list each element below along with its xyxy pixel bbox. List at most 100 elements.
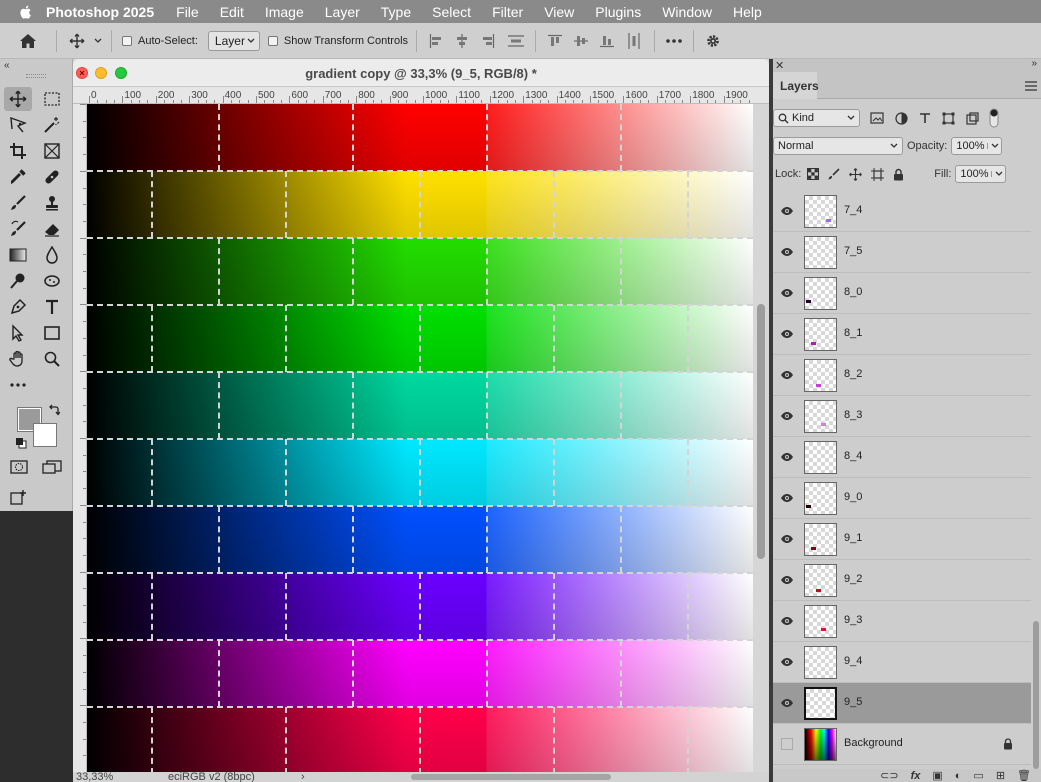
eye-icon[interactable]	[780, 327, 794, 341]
collapse-panel-icon[interactable]: »	[1031, 58, 1037, 69]
menu-help[interactable]: Help	[733, 4, 762, 20]
layer-row[interactable]: 9_3	[773, 601, 1031, 642]
layer-row[interactable]: 9_1	[773, 519, 1031, 560]
type-icon[interactable]	[38, 295, 66, 319]
toolbar-grip[interactable]	[26, 74, 46, 78]
status-menu-arrow[interactable]: ›	[301, 772, 305, 782]
horizontal-ruler[interactable]: 0 100 200 300 400 500 600 700 800 900 1000 1100 1200…	[73, 87, 769, 104]
lock-artboard-icon[interactable]	[871, 167, 885, 181]
zoom-icon[interactable]	[38, 347, 66, 371]
frame-icon[interactable]	[38, 139, 66, 163]
show-transform-controls-checkbox[interactable]	[267, 35, 278, 46]
crop-icon[interactable]	[4, 139, 32, 163]
layers-scrollbar-thumb[interactable]	[1033, 621, 1039, 769]
auto-select-dropdown[interactable]: Layer	[207, 30, 260, 51]
distribute-horizontal-icon[interactable]	[620, 32, 648, 49]
menu-filter[interactable]: Filter	[492, 4, 523, 20]
magic-wand-icon[interactable]	[38, 113, 66, 137]
layer-row[interactable]: 8_3	[773, 396, 1031, 437]
menu-view[interactable]: View	[544, 4, 574, 20]
app-name-menu[interactable]: Photoshop 2025	[46, 4, 154, 20]
eraser-icon[interactable]	[38, 217, 66, 241]
eye-icon[interactable]	[780, 450, 794, 464]
visibility-off-icon[interactable]	[780, 737, 794, 751]
opacity-input[interactable]: 100%	[951, 137, 1003, 155]
default-colors-icon[interactable]	[15, 437, 27, 452]
eye-icon[interactable]	[780, 368, 794, 382]
distribute-vertical-icon[interactable]	[501, 34, 531, 48]
eye-icon[interactable]	[780, 204, 794, 218]
panel-menu-icon[interactable]	[1025, 80, 1037, 94]
pixel-layer-filter-icon[interactable]	[870, 112, 884, 124]
gear-icon[interactable]	[694, 33, 732, 49]
chevron-down-icon[interactable]	[995, 171, 1003, 177]
filter-toggle-switch[interactable]	[989, 108, 999, 128]
eyedropper-icon[interactable]	[4, 165, 32, 189]
eye-icon[interactable]	[780, 491, 794, 505]
layer-row[interactable]: 9_2	[773, 560, 1031, 601]
edit-toolbar-icon[interactable]	[10, 489, 28, 510]
sponge-icon[interactable]	[38, 269, 66, 293]
swap-colors-icon[interactable]	[48, 404, 61, 419]
move-tool-preset-icon[interactable]	[63, 33, 91, 49]
menu-image[interactable]: Image	[265, 4, 304, 20]
vertical-scrollbar-thumb[interactable]	[757, 304, 765, 559]
screen-mode-icon[interactable]	[42, 460, 62, 477]
eye-icon[interactable]	[780, 573, 794, 587]
menu-edit[interactable]: Edit	[220, 4, 244, 20]
new-layer-icon[interactable]: ⊞	[996, 769, 1005, 782]
align-right-edges-icon[interactable]	[475, 33, 501, 48]
lock-transparent-pixels-icon[interactable]	[807, 168, 820, 180]
eye-icon[interactable]	[780, 655, 794, 669]
brush-icon[interactable]	[4, 191, 32, 215]
add-mask-icon[interactable]: ▣	[932, 769, 942, 782]
move-tool-icon[interactable]	[4, 87, 32, 111]
smart-object-filter-icon[interactable]	[966, 111, 979, 125]
layer-row[interactable]: Background	[773, 724, 1031, 765]
lock-image-pixels-icon[interactable]	[828, 168, 840, 180]
link-layers-icon[interactable]: ⊂⊃	[880, 769, 898, 782]
lasso-icon[interactable]	[4, 113, 32, 137]
eye-icon[interactable]	[780, 286, 794, 300]
close-panel-icon[interactable]: ✕	[775, 59, 784, 72]
layer-row[interactable]: 8_4	[773, 437, 1031, 478]
layers-scrollbar[interactable]	[1031, 191, 1041, 769]
more-options-icon[interactable]	[655, 38, 693, 43]
filter-kind-dropdown[interactable]: Kind	[773, 109, 860, 127]
menu-type[interactable]: Type	[381, 4, 411, 20]
apple-menu-icon[interactable]	[18, 4, 34, 20]
chevron-down-icon[interactable]	[91, 38, 105, 44]
document-titlebar[interactable]: gradient copy @ 33,3% (9_5, RGB/8) *	[73, 59, 769, 87]
vertical-ruler[interactable]	[73, 104, 87, 774]
dodge-icon[interactable]	[4, 269, 32, 293]
lock-position-icon[interactable]	[849, 167, 863, 181]
eye-icon[interactable]	[780, 532, 794, 546]
new-group-icon[interactable]: ▭	[973, 769, 983, 782]
adjustment-layer-filter-icon[interactable]	[895, 111, 908, 125]
menu-plugins[interactable]: Plugins	[595, 4, 641, 20]
layer-row[interactable]: 7_4	[773, 191, 1031, 232]
rectangle-shape-icon[interactable]	[38, 321, 66, 345]
eye-icon[interactable]	[780, 409, 794, 423]
tab-layers[interactable]: Layers	[773, 72, 819, 99]
shape-layer-filter-icon[interactable]	[942, 112, 955, 125]
healing-brush-icon[interactable]	[38, 165, 66, 189]
background-color-swatch[interactable]	[33, 423, 57, 447]
layer-row[interactable]: 9_4	[773, 642, 1031, 683]
delete-layer-icon[interactable]: 🗑	[1017, 769, 1031, 782]
gradient-icon[interactable]	[4, 243, 32, 267]
horizontal-scrollbar-thumb[interactable]	[411, 774, 611, 780]
home-icon[interactable]	[0, 33, 56, 49]
align-top-edges-icon[interactable]	[542, 34, 568, 48]
layer-row[interactable]: 9_0	[773, 478, 1031, 519]
menu-file[interactable]: File	[176, 4, 199, 20]
layer-row[interactable]: 8_2	[773, 355, 1031, 396]
align-bottom-edges-icon[interactable]	[594, 34, 620, 48]
menu-window[interactable]: Window	[662, 4, 712, 20]
layer-row[interactable]: 8_0	[773, 273, 1031, 314]
fill-input[interactable]: 100%	[955, 165, 1007, 183]
rectangular-marquee-icon[interactable]	[38, 87, 66, 111]
collapse-toolbar-button[interactable]: «	[4, 60, 10, 71]
blend-mode-dropdown[interactable]: Normal	[773, 137, 903, 155]
clone-stamp-icon[interactable]	[38, 191, 66, 215]
